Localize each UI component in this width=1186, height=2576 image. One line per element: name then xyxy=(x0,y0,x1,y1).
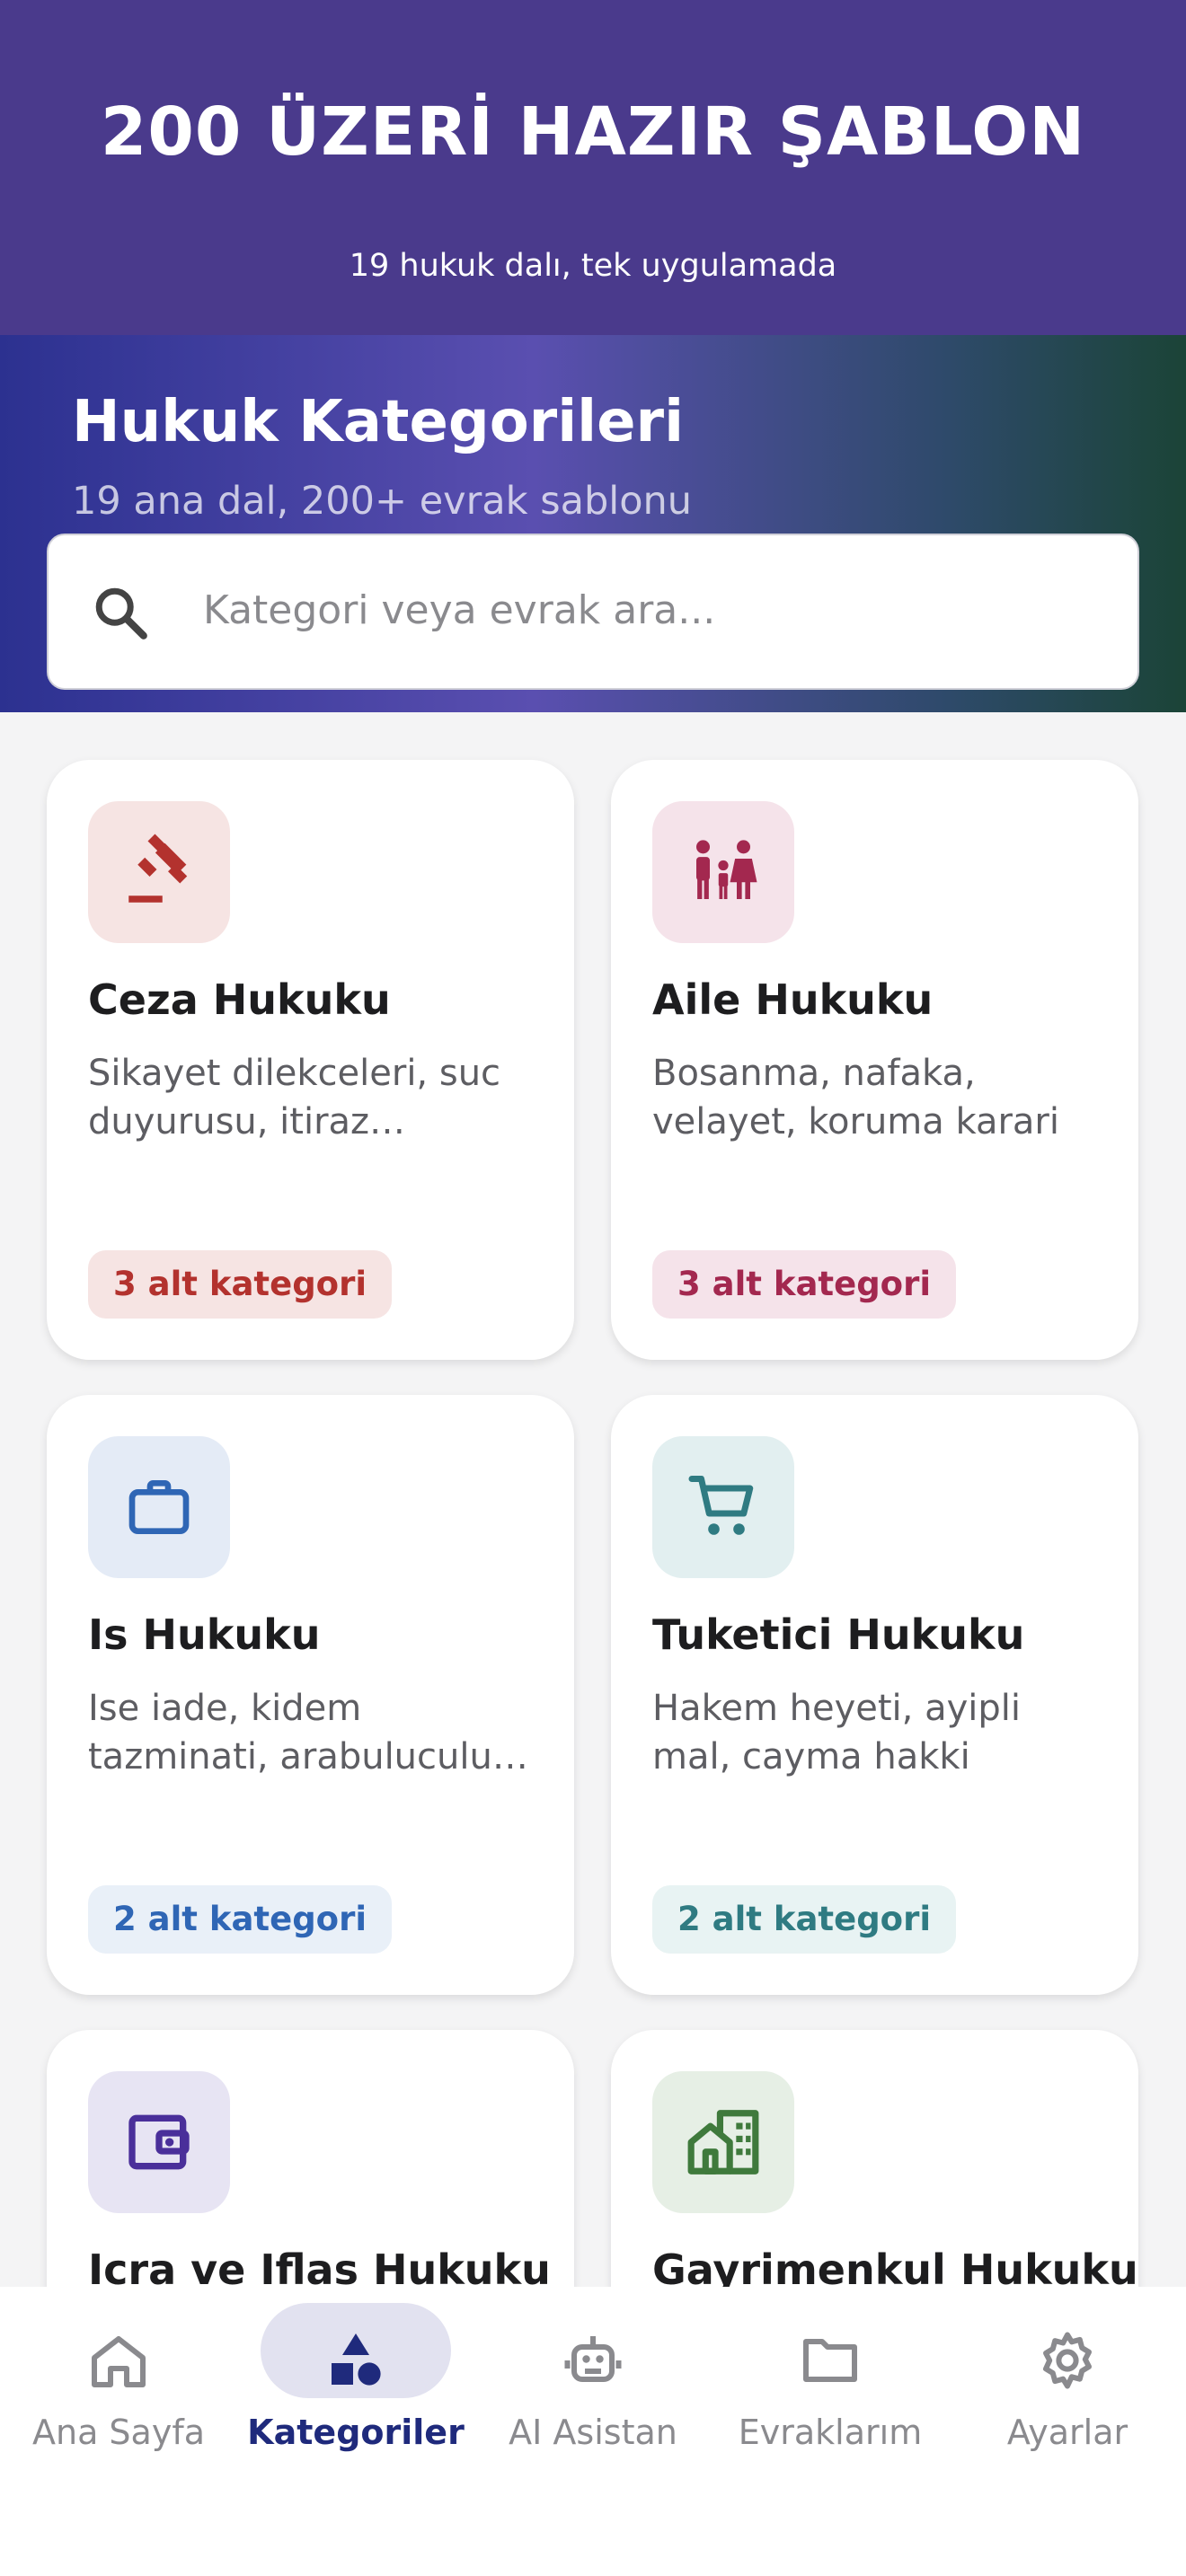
robot-icon xyxy=(564,2336,622,2382)
category-card-aile[interactable]: Aile Hukuku Bosanma, nafaka, velayet, ko… xyxy=(611,760,1138,1360)
cart-icon xyxy=(688,1476,754,1535)
category-description: Sikayet dilekceleri, suc duyurusu, itira… xyxy=(88,1053,501,1142)
category-icon-tile xyxy=(88,1436,230,1578)
category-card-ceza[interactable]: Ceza Hukuku Sikayet dilekceleri, suc duy… xyxy=(47,760,574,1360)
category-title: Ceza Hukuku xyxy=(88,975,391,1024)
gear-icon xyxy=(1043,2332,1092,2389)
subcategory-badge: 2 alt kategori xyxy=(652,1885,957,1954)
briefcase-icon xyxy=(128,1480,190,1534)
category-icon-tile xyxy=(652,2071,794,2213)
category-description: Bosanma, nafaka, velayet, koruma karari xyxy=(652,1053,1059,1142)
nav-label: Kategoriler xyxy=(247,2413,465,2452)
family-icon xyxy=(696,840,757,899)
nav-label: Evraklarım xyxy=(738,2413,923,2452)
subcategory-badge: 2 alt kategori xyxy=(88,1885,393,1954)
promo-subtitle: 19 hukuk dalı, tek uygulamada xyxy=(349,248,837,284)
search-icon xyxy=(95,587,147,640)
search-input[interactable]: Kategori veya evrak ara... xyxy=(47,534,1139,690)
promo-title: 200 ÜZERİ HAZIR ŞABLON xyxy=(100,93,1086,171)
subcategory-badge: 3 alt kategori xyxy=(88,1250,393,1319)
page-title: Hukuk Kategorileri xyxy=(72,389,684,455)
category-description: Ise iade, kidem tazminati, arabuluculuk … xyxy=(88,1688,514,1778)
category-icon-tile xyxy=(652,1436,794,1578)
folder-icon xyxy=(803,2339,857,2382)
promo-banner: 200 ÜZERİ HAZIR ŞABLON 19 hukuk dalı, te… xyxy=(0,0,1186,335)
page-subtitle: 19 ana dal, 200+ evrak sablonu xyxy=(72,479,693,524)
gavel-icon xyxy=(128,834,188,903)
nav-label: AI Asistan xyxy=(509,2413,677,2452)
category-description: Hakem heyeti, ayipli mal, cayma hakki xyxy=(652,1688,1021,1778)
category-icon-tile xyxy=(88,2071,230,2213)
nav-item-settings[interactable]: Ayarlar xyxy=(949,2287,1186,2511)
nav-label: Ana Sayfa xyxy=(31,2413,205,2452)
home-icon xyxy=(92,2336,146,2387)
nav-item-documents[interactable]: Evraklarım xyxy=(712,2287,949,2511)
bottom-navigation: Ana Sayfa Kategoriler AI Asistan Evrakla… xyxy=(0,2287,1186,2576)
nav-item-home[interactable]: Ana Sayfa xyxy=(0,2287,237,2511)
categories-icon xyxy=(332,2333,381,2386)
category-card-tuketici[interactable]: Tuketici Hukuku Hakem heyeti, ayipli mal… xyxy=(611,1395,1138,1995)
category-card-is[interactable]: Is Hukuku Ise iade, kidem tazminati, ara… xyxy=(47,1395,574,1995)
nav-item-ai-assistant[interactable]: AI Asistan xyxy=(474,2287,712,2511)
nav-item-categories[interactable]: Kategoriler xyxy=(237,2287,474,2511)
search-placeholder: Kategori veya evrak ara... xyxy=(203,587,716,633)
category-icon-tile xyxy=(88,801,230,943)
wallet-icon xyxy=(128,2114,190,2170)
building-icon xyxy=(687,2110,759,2175)
subcategory-badge: 3 alt kategori xyxy=(652,1250,957,1319)
nav-label: Ayarlar xyxy=(1006,2413,1128,2452)
category-title: Is Hukuku xyxy=(88,1610,321,1659)
category-title: Aile Hukuku xyxy=(652,975,934,1024)
category-icon-tile xyxy=(652,801,794,943)
category-title: Tuketici Hukuku xyxy=(652,1610,1025,1659)
